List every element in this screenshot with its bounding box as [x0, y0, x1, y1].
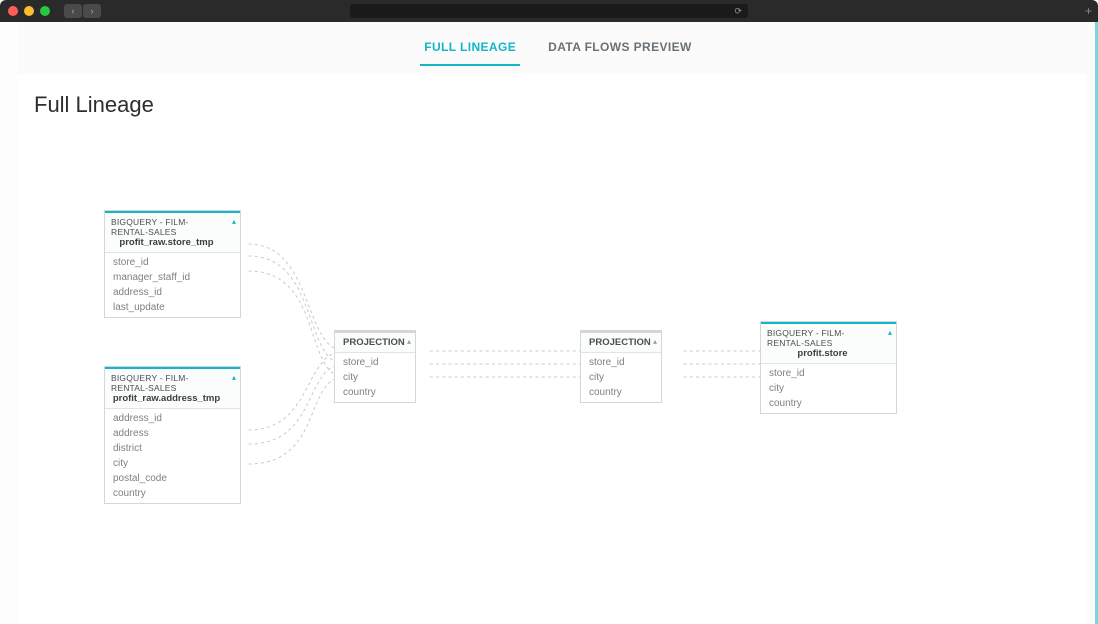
lineage-canvas[interactable]: BIGQUERY - FILM-RENTAL-SALES profit_raw.… — [34, 126, 1070, 606]
node-body: store_id manager_staff_id address_id las… — [105, 253, 240, 317]
minimize-window-button[interactable] — [24, 6, 34, 16]
node-address-tmp[interactable]: BIGQUERY - FILM-RENTAL-SALES profit_raw.… — [104, 366, 241, 504]
nav-arrows: ‹ › — [64, 4, 102, 18]
node-header: PROJECTION ▴ — [335, 331, 415, 353]
field: city — [335, 370, 415, 385]
field: country — [335, 385, 415, 400]
collapse-icon[interactable]: ▴ — [653, 337, 657, 346]
collapse-icon[interactable]: ▴ — [888, 328, 892, 337]
node-source-label: BIGQUERY - FILM-RENTAL-SALES — [767, 328, 878, 348]
field: address_id — [105, 411, 240, 426]
tab-data-flows-preview[interactable]: DATA FLOWS PREVIEW — [544, 34, 696, 66]
field: address — [105, 426, 240, 441]
node-body: store_id city country — [581, 353, 661, 402]
node-store-tmp[interactable]: BIGQUERY - FILM-RENTAL-SALES profit_raw.… — [104, 210, 241, 318]
node-source-label: BIGQUERY - FILM-RENTAL-SALES — [111, 373, 222, 393]
node-name: PROJECTION — [343, 337, 393, 348]
view-tabs: FULL LINEAGE DATA FLOWS PREVIEW — [18, 22, 1098, 66]
node-header: BIGQUERY - FILM-RENTAL-SALES profit.stor… — [761, 322, 896, 364]
field: store_id — [335, 355, 415, 370]
node-header: BIGQUERY - FILM-RENTAL-SALES profit_raw.… — [105, 367, 240, 409]
node-source-label: BIGQUERY - FILM-RENTAL-SALES — [111, 217, 222, 237]
left-gutter — [0, 22, 18, 624]
title-bar: ‹ › ⟳ + — [0, 0, 1098, 22]
forward-button[interactable]: › — [83, 4, 101, 18]
node-name: PROJECTION — [589, 337, 639, 348]
browser-window: ‹ › ⟳ + FULL LINEAGE DATA FLOWS PREVIEW … — [0, 0, 1098, 624]
node-header: PROJECTION ▴ — [581, 331, 661, 353]
address-bar[interactable]: ⟳ — [350, 4, 748, 18]
page-body: Full Lineage — [18, 74, 1086, 624]
field: postal_code — [105, 471, 240, 486]
node-name: profit_raw.store_tmp — [111, 237, 222, 248]
main-content: FULL LINEAGE DATA FLOWS PREVIEW Full Lin… — [18, 22, 1098, 624]
maximize-window-button[interactable] — [40, 6, 50, 16]
field: city — [581, 370, 661, 385]
field: city — [761, 381, 896, 396]
page-title: Full Lineage — [34, 92, 1070, 118]
field: store_id — [761, 366, 896, 381]
node-body: store_id city country — [335, 353, 415, 402]
field: district — [105, 441, 240, 456]
new-tab-button[interactable]: + — [1085, 4, 1092, 18]
node-projection-2[interactable]: PROJECTION ▴ store_id city country — [580, 330, 662, 403]
field: store_id — [105, 255, 240, 270]
node-body: store_id city country — [761, 364, 896, 413]
field: manager_staff_id — [105, 270, 240, 285]
node-profit-store[interactable]: BIGQUERY - FILM-RENTAL-SALES profit.stor… — [760, 321, 897, 414]
field: country — [581, 385, 661, 400]
node-projection-1[interactable]: PROJECTION ▴ store_id city country — [334, 330, 416, 403]
field: store_id — [581, 355, 661, 370]
field: address_id — [105, 285, 240, 300]
close-window-button[interactable] — [8, 6, 18, 16]
field: country — [105, 486, 240, 501]
collapse-icon[interactable]: ▴ — [407, 337, 411, 346]
window-controls — [8, 6, 50, 16]
node-body: address_id address district city postal_… — [105, 409, 240, 503]
node-header: BIGQUERY - FILM-RENTAL-SALES profit_raw.… — [105, 211, 240, 253]
node-name: profit_raw.address_tmp — [111, 393, 222, 404]
tab-full-lineage[interactable]: FULL LINEAGE — [420, 34, 520, 66]
reload-icon[interactable]: ⟳ — [734, 6, 742, 17]
collapse-icon[interactable]: ▴ — [232, 217, 236, 226]
node-name: profit.store — [767, 348, 878, 359]
field: last_update — [105, 300, 240, 315]
back-button[interactable]: ‹ — [64, 4, 82, 18]
field: country — [761, 396, 896, 411]
collapse-icon[interactable]: ▴ — [232, 373, 236, 382]
field: city — [105, 456, 240, 471]
